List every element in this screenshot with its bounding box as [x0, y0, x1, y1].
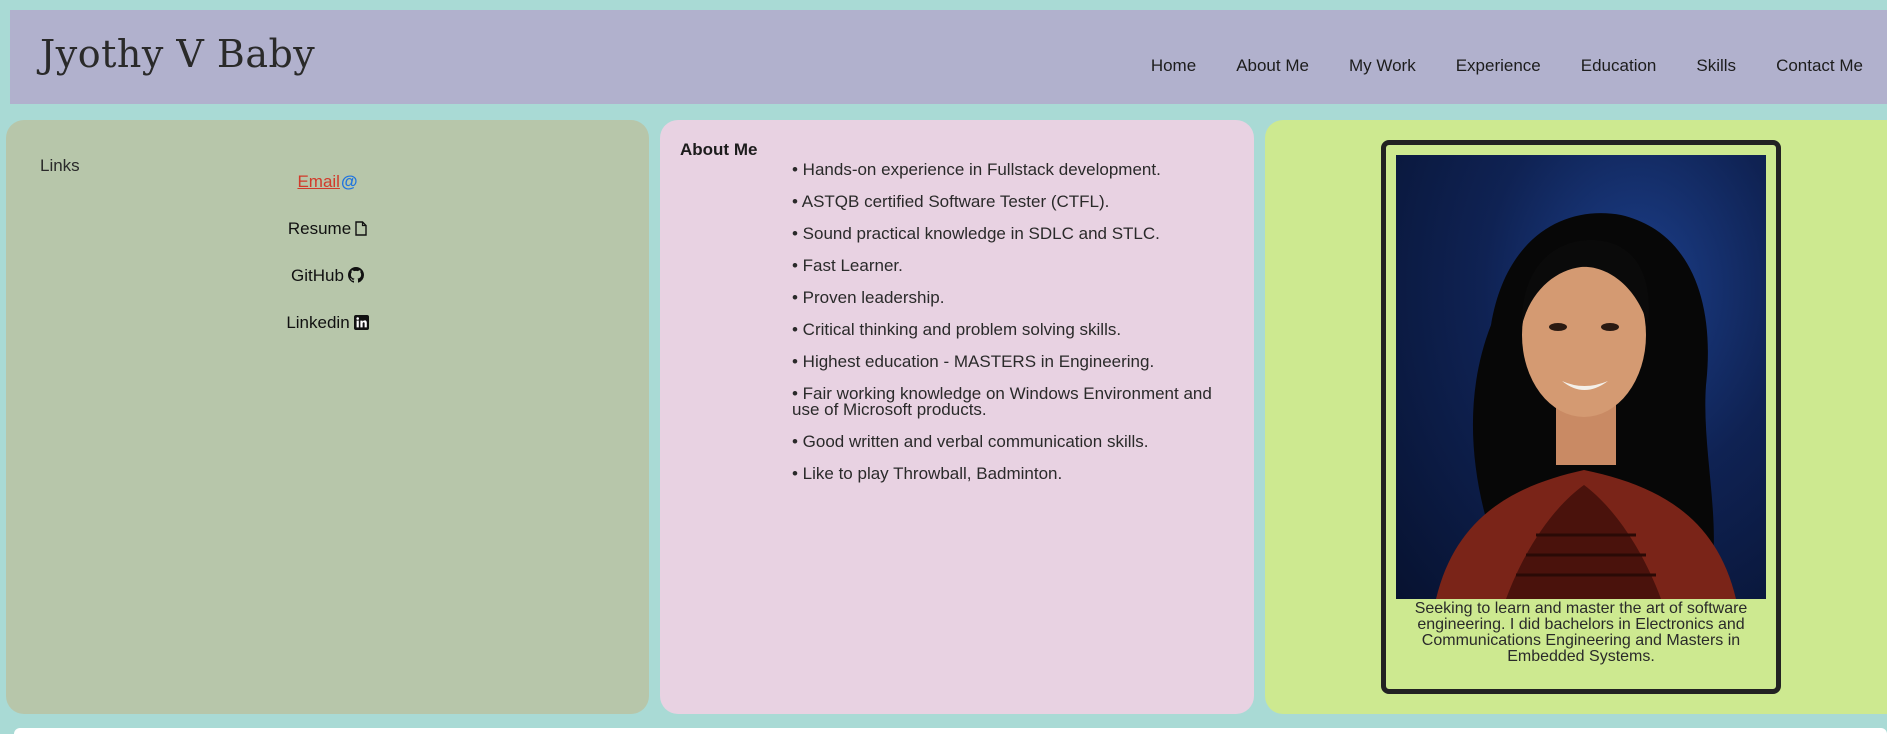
nav-my-work[interactable]: My Work — [1349, 56, 1416, 76]
profile-card: Seeking to learn and master the art of s… — [1381, 140, 1781, 694]
site-title: Jyothy V Baby — [40, 32, 316, 76]
about-item: • Fair working knowledge on Windows Envi… — [792, 384, 1212, 419]
about-heading: About Me — [680, 140, 758, 159]
resume-label: Resume — [287, 219, 352, 238]
links-panel: Links Email@ Resume GitHub Linkedin — [6, 120, 649, 714]
nav-home[interactable]: Home — [1151, 56, 1196, 76]
github-label: GitHub — [291, 266, 344, 285]
linkedin-link-row: Linkedin — [6, 313, 649, 335]
site-header: Jyothy V Baby Home About Me My Work Expe… — [10, 10, 1887, 104]
linkedin-link[interactable]: Linkedin — [286, 313, 369, 335]
portrait-illustration — [1436, 213, 1736, 599]
linkedin-icon — [353, 315, 369, 335]
nav-about-me[interactable]: About Me — [1236, 56, 1309, 76]
resume-link[interactable]: Resume — [288, 219, 367, 238]
about-item: • Good written and verbal communication … — [792, 432, 1149, 451]
at-icon[interactable]: @ — [341, 172, 358, 191]
nav-skills[interactable]: Skills — [1696, 56, 1736, 76]
resume-link-row: Resume — [6, 219, 649, 241]
profile-photo — [1396, 155, 1766, 599]
footer-strip — [14, 728, 1887, 734]
nav-education[interactable]: Education — [1581, 56, 1657, 76]
profile-caption: Seeking to learn and master the art of s… — [1414, 600, 1748, 665]
about-panel: About Me • Hands-on experience in Fullst… — [660, 120, 1254, 714]
nav-contact-me[interactable]: Contact Me — [1776, 56, 1863, 76]
profile-panel: Seeking to learn and master the art of s… — [1265, 120, 1887, 714]
email-link[interactable]: Email — [297, 172, 340, 191]
file-icon — [355, 221, 367, 241]
nav-experience[interactable]: Experience — [1456, 56, 1541, 76]
about-item: • Critical thinking and problem solving … — [792, 320, 1122, 339]
linkedin-label: Linkedin — [286, 313, 350, 332]
about-item: • Fast Learner. — [792, 256, 903, 275]
main-nav: Home About Me My Work Experience Educati… — [1151, 56, 1887, 76]
github-link[interactable]: GitHub — [291, 266, 364, 285]
about-item: • Like to play Throwball, Badminton. — [792, 464, 1063, 483]
about-item: • Sound practical knowledge in SDLC and … — [792, 224, 1160, 243]
about-item: • Hands-on experience in Fullstack devel… — [792, 160, 1161, 179]
about-item: • ASTQB certified Software Tester (CTFL)… — [792, 192, 1110, 211]
about-list: • Hands-on experience in Fullstack devel… — [792, 160, 1232, 498]
github-icon — [347, 267, 364, 288]
about-item: • Highest education - MASTERS in Enginee… — [792, 352, 1155, 371]
email-link-row: Email@ — [6, 172, 649, 192]
github-link-row: GitHub — [6, 266, 649, 288]
about-item: • Proven leadership. — [792, 288, 945, 307]
